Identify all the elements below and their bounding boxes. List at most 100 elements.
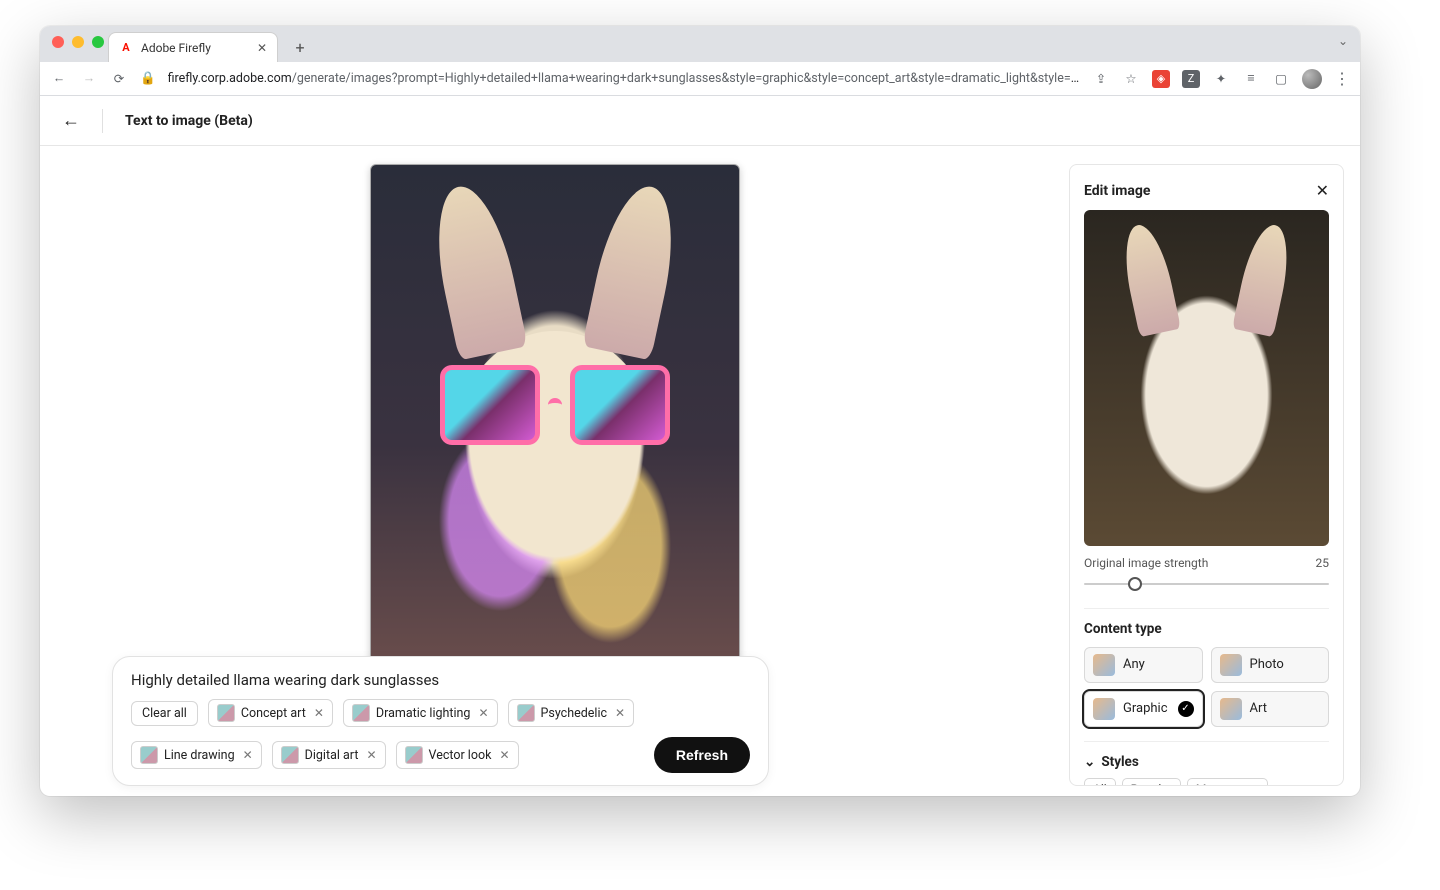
styles-label: Styles	[1101, 754, 1138, 770]
new-tab-button[interactable]: +	[288, 35, 312, 59]
check-icon: ✓	[1178, 701, 1194, 717]
puzzle-extensions-icon[interactable]: ✦	[1212, 71, 1230, 87]
style-chip[interactable]: Psychedelic ✕	[508, 699, 635, 727]
refresh-button[interactable]: Refresh	[654, 737, 750, 773]
prompt-input[interactable]: Highly detailed llama wearing dark sungl…	[131, 671, 750, 689]
main-area: Highly detailed llama wearing dark sungl…	[40, 146, 1360, 796]
chip-label: Line drawing	[164, 748, 235, 763]
style-chip[interactable]: Line drawing ✕	[131, 741, 262, 769]
url-path: /generate/images?prompt=Highly+detailed+…	[292, 71, 1080, 86]
style-chip[interactable]: Vector look ✕	[396, 741, 519, 769]
header-divider	[102, 109, 103, 133]
reading-list-icon[interactable]: ≡	[1242, 71, 1260, 86]
browser-window: A Adobe Firefly ✕ + ⌄ ← → ⟳ 🔒 firefly.co…	[40, 26, 1360, 796]
url-host: firefly.corp.adobe.com	[168, 71, 292, 86]
remove-chip-icon[interactable]: ✕	[499, 748, 509, 762]
generated-image[interactable]	[370, 164, 740, 674]
tab-list-chevron-icon[interactable]: ⌄	[1338, 34, 1348, 48]
llama-ear-shape	[424, 180, 528, 361]
url-field[interactable]: firefly.corp.adobe.com/generate/images?p…	[168, 71, 1080, 86]
profile-avatar[interactable]	[1302, 69, 1322, 89]
page-title: Text to image (Beta)	[125, 113, 253, 129]
close-panel-icon[interactable]: ✕	[1316, 181, 1329, 200]
star-icon[interactable]: ☆	[1122, 71, 1140, 87]
chip-label: Digital art	[305, 748, 359, 763]
style-chip[interactable]: Dramatic lighting ✕	[343, 699, 498, 727]
close-tab-icon[interactable]: ✕	[257, 41, 267, 55]
content-type-heading: Content type	[1084, 621, 1329, 637]
remove-chip-icon[interactable]: ✕	[478, 706, 488, 720]
page-header: ← Text to image (Beta)	[40, 96, 1360, 146]
ct-swatch-icon	[1220, 654, 1242, 676]
style-swatch-icon	[140, 746, 158, 764]
strength-value: 25	[1316, 556, 1330, 570]
extension-icon[interactable]: Z	[1182, 70, 1200, 88]
ct-label: Photo	[1250, 657, 1284, 672]
style-chip[interactable]: Digital art ✕	[272, 741, 386, 769]
window-controls[interactable]	[52, 36, 104, 48]
content-type-graphic[interactable]: Graphic ✓	[1084, 691, 1203, 727]
ct-label: Graphic	[1123, 701, 1168, 716]
style-chip[interactable]: Concept art✕	[208, 699, 333, 727]
styles-heading[interactable]: ⌄ Styles	[1084, 754, 1329, 770]
share-icon[interactable]: ⇪	[1092, 71, 1110, 87]
style-swatch-icon	[281, 746, 299, 764]
ct-label: Any	[1123, 657, 1145, 672]
slider-knob[interactable]	[1128, 577, 1142, 591]
style-swatch-icon	[217, 704, 235, 722]
llama-ear-shape	[582, 180, 686, 361]
style-swatch-icon	[517, 704, 535, 722]
minimize-window-icon[interactable]	[72, 36, 84, 48]
ct-swatch-icon	[1093, 654, 1115, 676]
style-tab-movements[interactable]: Movements	[1187, 778, 1268, 786]
close-window-icon[interactable]	[52, 36, 64, 48]
maximize-window-icon[interactable]	[92, 36, 104, 48]
llama-ear-shape	[1117, 221, 1181, 337]
style-tab-all[interactable]: All	[1084, 778, 1116, 786]
tab-strip: A Adobe Firefly ✕ + ⌄	[40, 26, 1360, 62]
remove-chip-icon[interactable]: ✕	[366, 748, 376, 762]
style-category-tabs: All Popular Movements Themes Techniques …	[1084, 778, 1329, 786]
browser-tab[interactable]: A Adobe Firefly ✕	[108, 32, 278, 62]
extension-icon[interactable]: ◈	[1152, 70, 1170, 88]
panel-header: Edit image ✕	[1084, 181, 1329, 200]
firefly-favicon-icon: A	[119, 41, 133, 55]
nav-back-button[interactable]: ←	[50, 71, 68, 86]
remove-chip-icon[interactable]: ✕	[615, 706, 625, 720]
style-swatch-icon	[352, 704, 370, 722]
slider-track	[1084, 583, 1329, 585]
remove-chip-icon[interactable]: ✕	[314, 706, 324, 720]
llama-ear-shape	[1232, 221, 1296, 337]
chip-label: Dramatic lighting	[376, 706, 471, 721]
content-type-any[interactable]: Any	[1084, 647, 1203, 683]
chip-label: Psychedelic	[541, 706, 608, 721]
styles-section: ⌄ Styles All Popular Movements Themes Te…	[1084, 741, 1329, 786]
strength-slider[interactable]	[1084, 574, 1329, 594]
prompt-box: Highly detailed llama wearing dark sungl…	[112, 656, 769, 786]
content-type-section: Content type Any Photo Graphic ✓ Art	[1084, 608, 1329, 727]
content-type-art[interactable]: Art	[1211, 691, 1330, 727]
edit-panel: Edit image ✕ Original image strength 25 …	[1069, 164, 1344, 786]
clear-all-button[interactable]: Clear all	[131, 701, 198, 726]
chip-label: Vector look	[429, 748, 492, 763]
page-back-button[interactable]: ←	[62, 110, 80, 131]
panel-title: Edit image	[1084, 183, 1150, 199]
strength-label: Original image strength	[1084, 556, 1208, 570]
lens-shape	[570, 365, 670, 445]
style-tab-popular[interactable]: Popular	[1122, 778, 1181, 786]
nav-reload-button[interactable]: ⟳	[110, 71, 128, 87]
prompt-bar: Highly detailed llama wearing dark sungl…	[112, 656, 769, 786]
ct-label: Art	[1250, 701, 1267, 716]
kebab-menu-icon[interactable]: ⋮	[1334, 69, 1350, 88]
remove-chip-icon[interactable]: ✕	[243, 748, 253, 762]
style-swatch-icon	[405, 746, 423, 764]
strength-label-row: Original image strength 25	[1084, 556, 1329, 570]
content-type-grid: Any Photo Graphic ✓ Art	[1084, 647, 1329, 727]
ct-swatch-icon	[1093, 698, 1115, 720]
tab-title: Adobe Firefly	[141, 41, 211, 55]
side-panel-icon[interactable]: ▢	[1272, 71, 1290, 87]
reference-image[interactable]	[1084, 210, 1329, 546]
nav-forward-button[interactable]: →	[80, 71, 98, 86]
lens-shape	[440, 365, 540, 445]
content-type-photo[interactable]: Photo	[1211, 647, 1330, 683]
